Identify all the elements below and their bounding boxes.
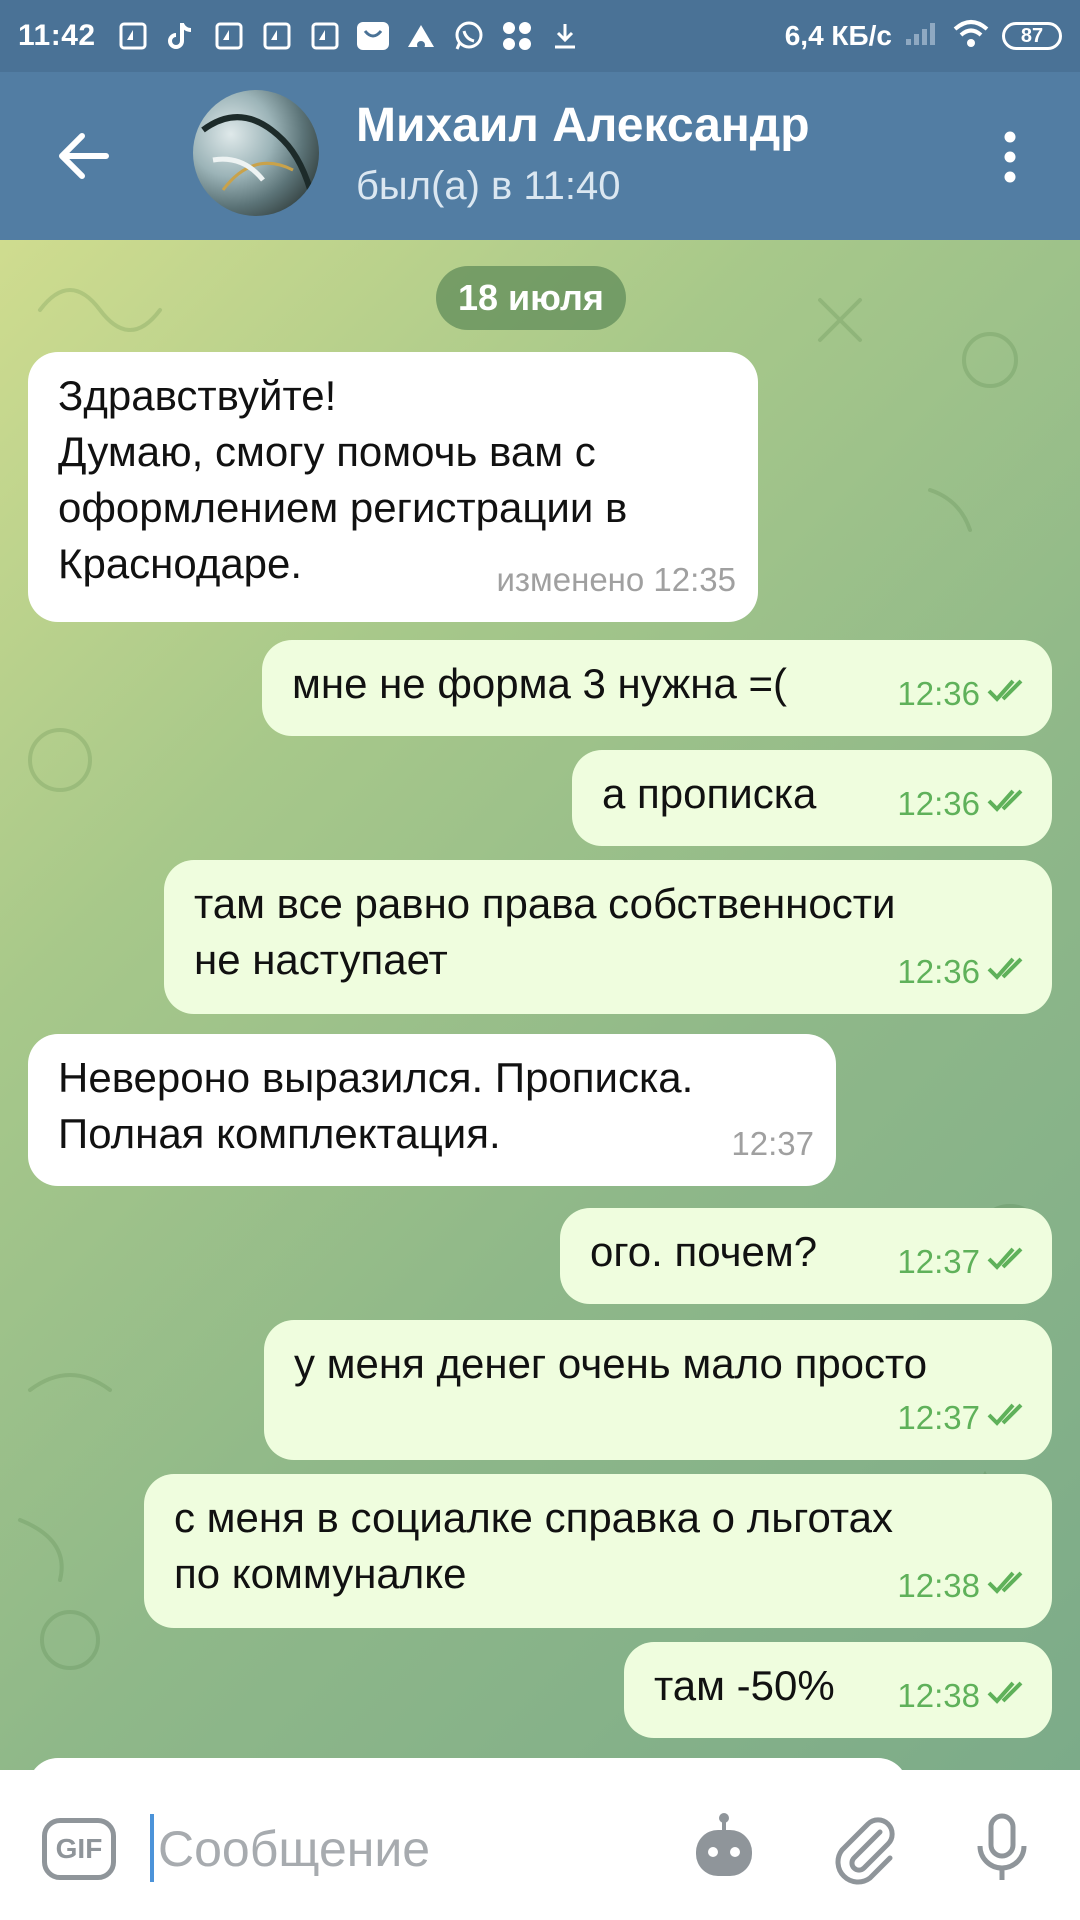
sim-notification-icon: [212, 19, 246, 53]
message-bubble-outgoing[interactable]: а прописка 12:36: [572, 750, 1052, 846]
message-meta: 12:36: [897, 944, 1030, 1000]
wifi-icon: [952, 19, 990, 54]
message-time: 12:38: [897, 1677, 980, 1714]
message-meta: 12:38: [897, 1668, 1030, 1724]
message-time: 12:38: [897, 1567, 980, 1604]
signal-icon: [904, 21, 940, 52]
tiktok-icon: [164, 19, 198, 53]
network-speed: 6,4 КБ/с: [784, 20, 892, 51]
message-bubble-outgoing[interactable]: мне не форма 3 нужна =( 12:36: [262, 640, 1052, 736]
app-icon: [404, 19, 438, 53]
message-time: 12:37: [897, 1399, 980, 1436]
sim-notification-icon: [260, 19, 294, 53]
message-meta: изменено 12:35: [496, 552, 736, 608]
double-check-icon: [986, 666, 1030, 722]
attach-icon[interactable]: [826, 1810, 902, 1886]
message-meta: 12:37: [731, 1116, 814, 1172]
message-meta: 12:38: [897, 1558, 1030, 1614]
status-time: 11:42: [18, 19, 96, 52]
message-time: 12:37: [731, 1125, 814, 1162]
whatsapp-icon: [452, 19, 486, 53]
dots-app-icon: [500, 19, 534, 53]
message-input[interactable]: [156, 1810, 660, 1888]
message-text: Невероно выразился. Прописка. Полная ком…: [58, 1054, 694, 1157]
message-time: 12:36: [897, 675, 980, 712]
double-check-icon: [986, 1558, 1030, 1614]
bot-icon[interactable]: [686, 1810, 762, 1886]
download-icon: [548, 19, 582, 53]
text-cursor: [150, 1814, 154, 1882]
message-bubble-outgoing[interactable]: у меня денег очень мало просто 12:37: [264, 1320, 1052, 1460]
contact-name[interactable]: Михаил Александр: [356, 98, 810, 153]
status-bar: 11:42 6,4 КБ/с 87: [0, 0, 1080, 72]
microphone-icon[interactable]: [964, 1810, 1040, 1886]
shop-icon: [356, 19, 390, 53]
sim-notification-icon: [116, 19, 150, 53]
message-bubble-outgoing[interactable]: ого. почем? 12:37: [560, 1208, 1052, 1304]
message-bubble-outgoing[interactable]: с меня в социалке справка о льготах по к…: [144, 1474, 1052, 1628]
system-indicators: 6,4 КБ/с 87: [785, 19, 1062, 54]
message-input-bar: GIF: [0, 1770, 1080, 1920]
message-bubble-incoming[interactable]: Невероно выразился. Прописка. Полная ком…: [28, 1034, 836, 1186]
double-check-icon: [986, 1668, 1030, 1724]
message-meta: 12:37: [897, 1234, 1030, 1290]
message-meta: 12:36: [897, 776, 1030, 832]
more-vertical-icon[interactable]: [990, 127, 1030, 187]
message-bubble-outgoing[interactable]: там все равно права собственности не нас…: [164, 860, 1052, 1014]
back-arrow-icon[interactable]: [52, 124, 116, 188]
double-check-icon: [986, 776, 1030, 832]
sim-notification-icon: [308, 19, 342, 53]
chat-area[interactable]: 18 июля Здравствуйте! Думаю, смогу помоч…: [0, 240, 1080, 1770]
message-bubble-incoming[interactable]: Здравствуйте! Думаю, смогу помочь вам с …: [28, 352, 758, 622]
message-time: 12:37: [897, 1243, 980, 1280]
avatar[interactable]: [193, 90, 319, 216]
chat-header: Михаил Александр был(а) в 11:40: [0, 72, 1080, 240]
message-bubble-incoming-partial[interactable]: [28, 1758, 908, 1770]
double-check-icon: [986, 944, 1030, 1000]
message-text: с меня в социалке справка о льготах по к…: [174, 1494, 894, 1597]
message-time: изменено 12:35: [496, 561, 736, 598]
message-time: 12:36: [897, 785, 980, 822]
message-meta: 12:36: [897, 666, 1030, 722]
message-text: у меня денег очень мало просто: [294, 1340, 928, 1387]
gif-button[interactable]: GIF: [42, 1818, 116, 1880]
double-check-icon: [986, 1234, 1030, 1290]
message-time: 12:36: [897, 953, 980, 990]
message-meta: 12:37: [897, 1390, 1030, 1446]
date-separator: 18 июля: [436, 266, 626, 330]
battery-indicator: 87: [1002, 22, 1062, 50]
double-check-icon: [986, 1390, 1030, 1446]
notification-icons: [116, 19, 582, 53]
last-seen-status: был(а) в 11:40: [356, 164, 621, 208]
message-bubble-outgoing[interactable]: там -50% 12:38: [624, 1642, 1052, 1738]
